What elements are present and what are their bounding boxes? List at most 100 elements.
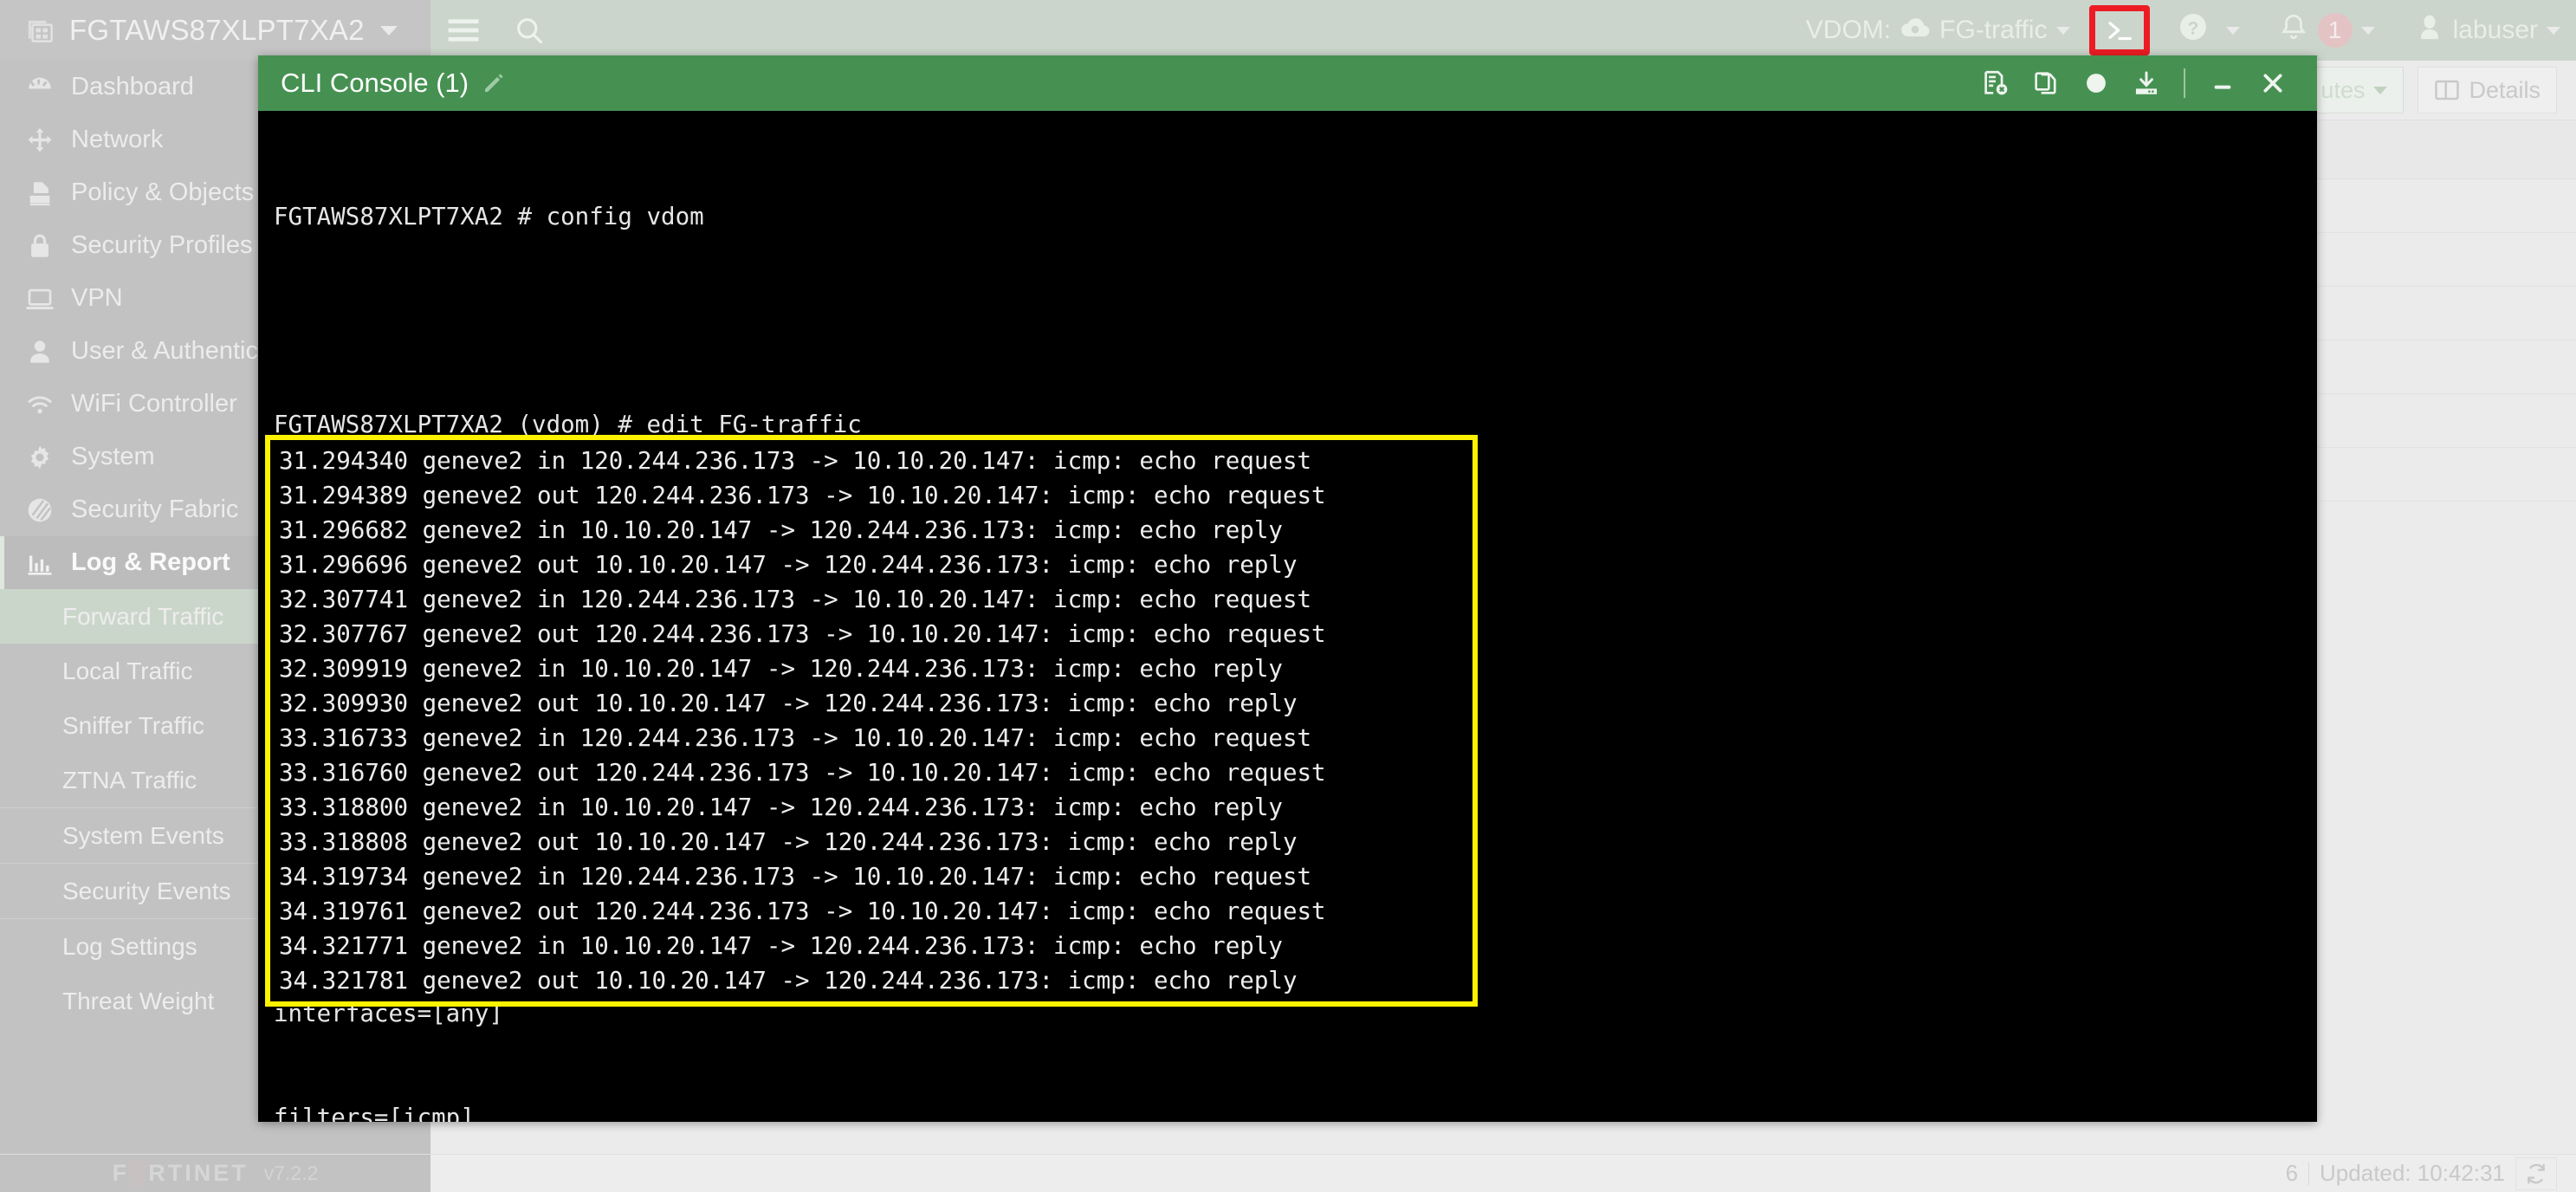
packet-line: 31.294389 geneve2 out 120.244.236.173 ->… [279, 482, 1326, 509]
packet-output-highlight-box: 31.294340 geneve2 in 120.244.236.173 -> … [265, 435, 1478, 1007]
cli-console-button[interactable] [2086, 0, 2153, 61]
vdom-value: FG-traffic [1939, 16, 2048, 44]
fortigate-app-window: FGTAWS87XLPT7XA2 VDOM: FG-traffic ? 1 la… [0, 0, 2576, 1192]
monitor-icon [24, 283, 55, 314]
subnav-item-label: Security Events [62, 877, 231, 904]
download-icon[interactable] [2121, 55, 2171, 111]
chevron-down-icon[interactable] [2547, 26, 2560, 35]
close-icon[interactable] [2248, 55, 2298, 111]
panel-layout-icon [2435, 80, 2460, 100]
chevron-down-icon[interactable] [379, 25, 398, 36]
sidebar-item-label: System [71, 443, 155, 470]
gear-icon [24, 442, 55, 473]
packet-line: 34.319761 geneve2 out 120.244.236.173 ->… [279, 897, 1326, 925]
wifi-icon [24, 389, 55, 420]
cli-console-output[interactable]: FGTAWS87XLPT7XA2 # config vdom FGTAWS87X… [258, 111, 2317, 1122]
top-bar-actions: VDOM: FG-traffic ? 1 labuser [430, 0, 2576, 61]
chevron-down-icon[interactable] [2373, 86, 2388, 94]
cli-console-panel: CLI Console (1) FGTAWS87XLPT7XA2 # confi… [258, 55, 2317, 1122]
subnav-item-label: Threat Weight [62, 987, 215, 1014]
terminal-line: FGTAWS87XLPT7XA2 # config vdom [274, 203, 704, 230]
user-avatar-icon [2406, 12, 2453, 49]
bar-chart-icon [24, 547, 55, 579]
chevron-down-icon[interactable] [2225, 26, 2240, 35]
notification-count-badge: 1 [2317, 13, 2353, 48]
help-menu[interactable]: ? [2153, 0, 2256, 61]
cli-console-title: CLI Console (1) [281, 68, 469, 98]
policy-document-icon [24, 178, 55, 209]
details-button[interactable]: Details [2417, 67, 2557, 113]
packet-line: 31.296696 geneve2 out 10.10.20.147 -> 12… [279, 551, 1298, 579]
network-arrows-icon [24, 125, 55, 156]
subnav-item-label: Sniffer Traffic [62, 711, 204, 739]
record-icon[interactable] [2071, 55, 2121, 111]
packet-line: 33.318800 geneve2 in 10.10.20.147 -> 120… [279, 794, 1283, 821]
updated-time-label: Updated: 10:42:31 [2320, 1160, 2505, 1186]
subnav-item-label: Forward Traffic [62, 602, 224, 630]
packet-line: 34.321771 geneve2 in 10.10.20.147 -> 120… [279, 932, 1283, 960]
record-count-label: 6 [2285, 1160, 2299, 1186]
time-range-dropdown[interactable]: utes [2304, 67, 2404, 113]
minimize-icon[interactable] [2197, 55, 2248, 111]
sidebar-item-label: Log & Report [71, 548, 230, 576]
packet-line: 31.296682 geneve2 in 10.10.20.147 -> 120… [279, 516, 1283, 544]
svg-text:?: ? [2187, 18, 2198, 38]
packet-line: 34.321781 geneve2 out 10.10.20.147 -> 12… [279, 967, 1298, 994]
sidebar-item-label: WiFi Controller [71, 390, 237, 418]
subnav-item-label: Local Traffic [62, 657, 193, 684]
details-label: Details [2469, 76, 2540, 103]
status-divider [2308, 1162, 2310, 1185]
sidebar-item-label: Network [71, 126, 164, 153]
copy-icon[interactable] [2021, 55, 2071, 111]
device-selector[interactable]: FGTAWS87XLPT7XA2 [0, 0, 430, 61]
sidebar-item-label: Security Fabric [71, 496, 239, 523]
subnav-item-label: Log Settings [62, 932, 197, 960]
lock-icon [24, 230, 55, 262]
subnav-item-label: System Events [62, 821, 224, 849]
clear-console-icon[interactable] [1971, 55, 2021, 111]
packet-line: 32.309919 geneve2 in 10.10.20.147 -> 120… [279, 655, 1283, 683]
packet-line: 31.294340 geneve2 in 120.244.236.173 -> … [279, 447, 1312, 475]
hamburger-menu-icon[interactable] [430, 0, 496, 61]
cli-button-highlight-box [2088, 5, 2150, 55]
packet-line: 32.307767 geneve2 out 120.244.236.173 ->… [279, 620, 1326, 648]
vdom-selector[interactable]: VDOM: FG-traffic [1790, 0, 2086, 61]
sidebar-item-label: Security Profiles [71, 231, 253, 259]
packet-line: 33.316733 geneve2 in 120.244.236.173 -> … [279, 724, 1312, 752]
search-icon[interactable] [496, 0, 562, 61]
fortinet-logo: F░RTINET [112, 1160, 249, 1186]
packet-line: 33.318808 geneve2 out 10.10.20.147 -> 12… [279, 828, 1298, 856]
terminal-line: filters=[icmp] [274, 1104, 475, 1122]
packet-line: 34.319734 geneve2 in 120.244.236.173 -> … [279, 863, 1312, 891]
sidebar-item-label: VPN [71, 284, 123, 312]
subnav-item-label: ZTNA Traffic [62, 766, 197, 794]
notifications-menu[interactable]: 1 [2256, 0, 2391, 61]
time-range-label: utes [2320, 76, 2366, 103]
vdom-label: VDOM: [1805, 16, 1892, 44]
fabric-circle-icon [24, 495, 55, 526]
status-right: 6 Updated: 10:42:31 [430, 1156, 2576, 1190]
refresh-icon [2527, 1163, 2545, 1183]
pencil-edit-icon[interactable] [481, 70, 507, 96]
packet-line: 32.307741 geneve2 in 120.244.236.173 -> … [279, 586, 1312, 613]
chevron-down-icon[interactable] [2055, 26, 2070, 35]
refresh-button[interactable] [2515, 1156, 2557, 1190]
status-bar: F░RTINET v7.2.2 6 Updated: 10:42:31 [0, 1154, 2576, 1192]
cloud-icon [1891, 15, 1939, 46]
notification-bell-icon [2271, 12, 2316, 49]
user-menu[interactable]: labuser [2391, 0, 2576, 61]
toolbar-divider [2184, 68, 2185, 98]
dashboard-gauge-icon [24, 72, 55, 103]
chevron-down-icon[interactable] [2360, 26, 2375, 35]
user-name-label: labuser [2452, 16, 2538, 44]
firmware-version-label: v7.2.2 [263, 1162, 319, 1184]
sidebar-item-label: Dashboard [71, 73, 194, 100]
packet-line: 32.309930 geneve2 out 10.10.20.147 -> 12… [279, 690, 1298, 717]
device-stack-icon [24, 14, 57, 47]
help-question-icon: ? [2169, 11, 2217, 49]
packet-line: 33.316760 geneve2 out 120.244.236.173 ->… [279, 759, 1326, 787]
brand-area: F░RTINET v7.2.2 [0, 1154, 430, 1192]
cli-console-title-bar: CLI Console (1) [258, 55, 2317, 111]
device-name-label: FGTAWS87XLPT7XA2 [69, 14, 365, 46]
